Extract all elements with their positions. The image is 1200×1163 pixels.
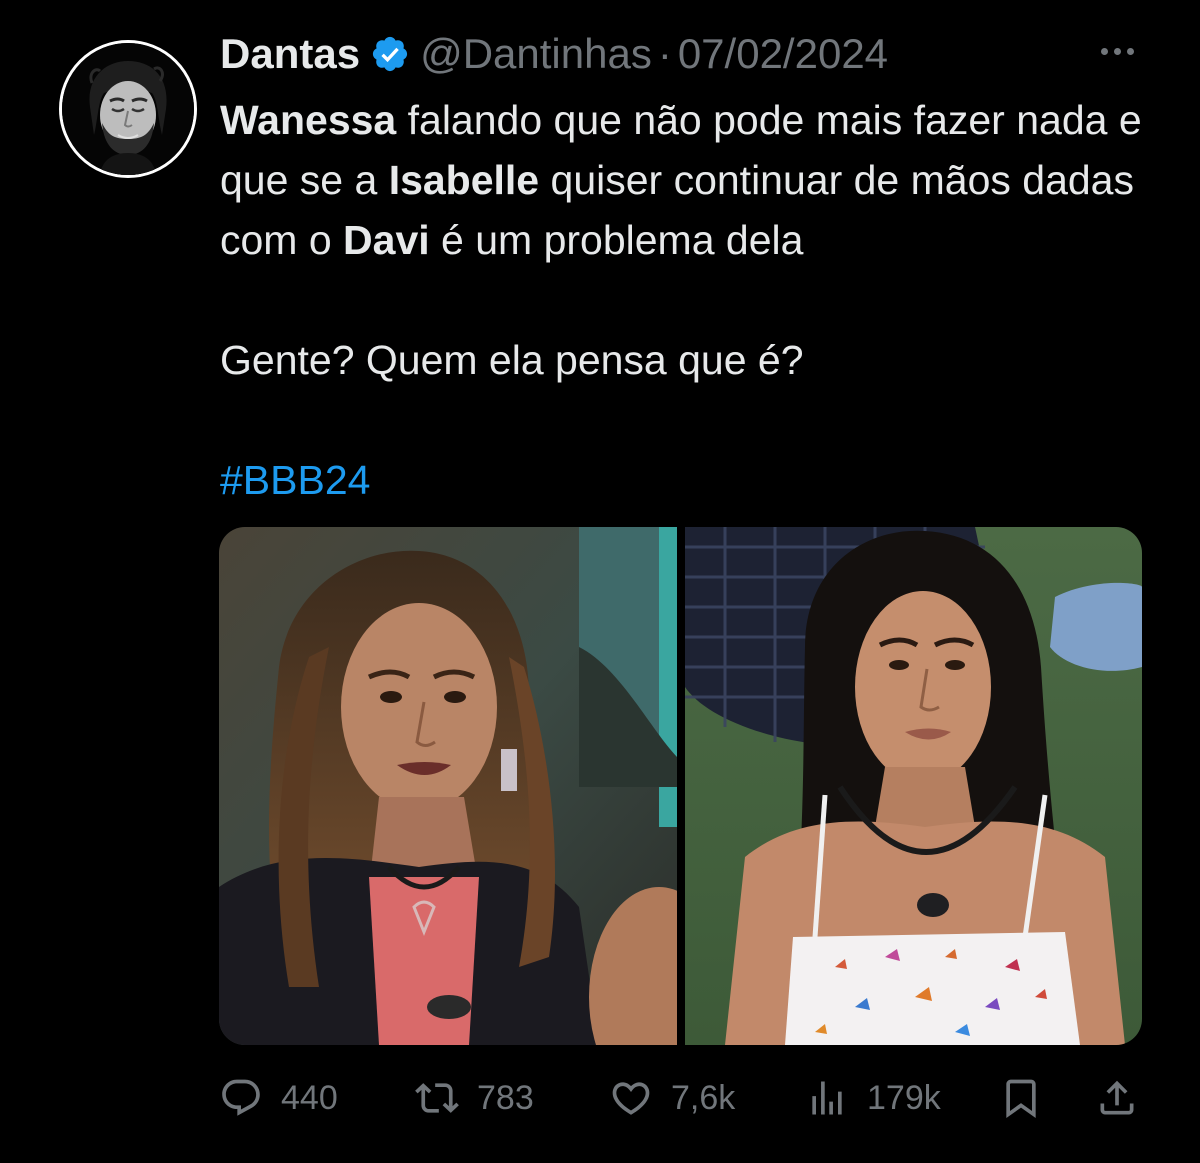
verified-badge-icon bbox=[370, 34, 410, 74]
share-button[interactable] bbox=[1095, 1072, 1139, 1124]
retweet-icon bbox=[415, 1076, 459, 1120]
like-count: 7,6k bbox=[671, 1078, 736, 1117]
share-icon bbox=[1095, 1076, 1139, 1120]
tweet-text: Wanessa falando que não pode mais fazer … bbox=[220, 90, 1180, 510]
media-image-left[interactable] bbox=[219, 527, 677, 1045]
bookmark-icon bbox=[999, 1076, 1043, 1120]
bookmark-button[interactable] bbox=[999, 1072, 1043, 1124]
views-button[interactable]: 179k bbox=[805, 1072, 941, 1124]
tweet-header: Dantas @Dantinhas · 07/02/2024 bbox=[220, 26, 888, 82]
views-chart-icon bbox=[805, 1076, 849, 1120]
separator-dot: · bbox=[657, 30, 672, 77]
handle[interactable]: @Dantinhas bbox=[420, 30, 652, 78]
views-count: 179k bbox=[867, 1078, 941, 1117]
bold-name-davi: Davi bbox=[343, 217, 430, 263]
tweet-paragraph-1: Wanessa falando que não pode mais fazer … bbox=[220, 90, 1180, 270]
bold-name-isabelle: Isabelle bbox=[388, 157, 540, 203]
media-image-right[interactable] bbox=[685, 527, 1142, 1045]
retweet-count: 783 bbox=[477, 1078, 534, 1117]
heart-icon bbox=[609, 1076, 653, 1120]
action-bar: 440 783 7,6k 179k bbox=[219, 1072, 1144, 1124]
tweet[interactable]: Dantas @Dantinhas · 07/02/2024 Wanessa f… bbox=[0, 0, 1200, 1163]
reply-count: 440 bbox=[281, 1078, 338, 1117]
tweet-media[interactable] bbox=[219, 527, 1142, 1045]
like-button[interactable]: 7,6k bbox=[609, 1072, 735, 1124]
avatar[interactable] bbox=[59, 40, 197, 178]
retweet-button[interactable]: 783 bbox=[415, 1072, 534, 1124]
timestamp[interactable]: 07/02/2024 bbox=[678, 30, 888, 78]
more-icon[interactable] bbox=[1092, 36, 1142, 66]
display-name[interactable]: Dantas bbox=[220, 30, 360, 78]
text-segment: é um problema dela bbox=[429, 217, 804, 263]
reply-icon bbox=[219, 1076, 263, 1120]
hashtag-link[interactable]: #BBB24 bbox=[220, 457, 370, 503]
reply-button[interactable]: 440 bbox=[219, 1072, 338, 1124]
bold-name-wanessa: Wanessa bbox=[220, 97, 397, 143]
tweet-paragraph-2: Gente? Quem ela pensa que é? bbox=[220, 337, 804, 383]
